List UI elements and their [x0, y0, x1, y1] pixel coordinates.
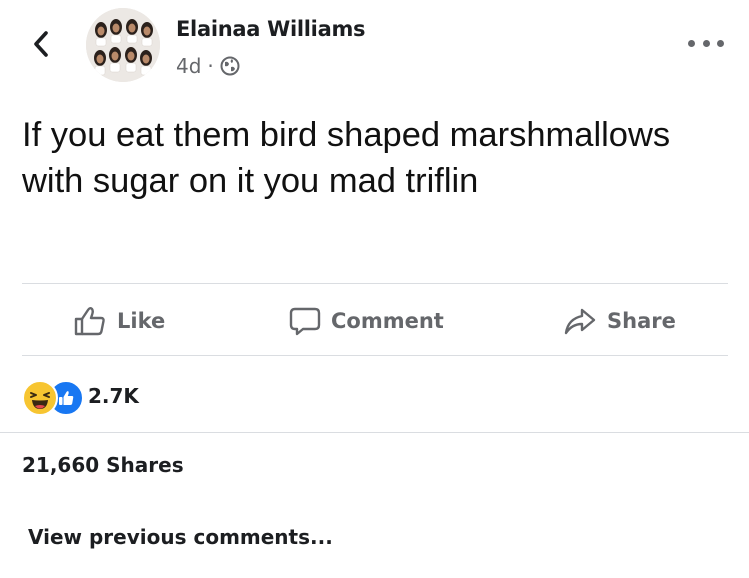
like-button[interactable]: Like: [73, 290, 165, 352]
share-label: Share: [607, 309, 676, 333]
more-options-button[interactable]: [688, 36, 724, 50]
reaction-count: 2.7K: [88, 384, 139, 408]
reaction-icons: [22, 378, 84, 416]
view-previous-comments-link[interactable]: View previous comments...: [28, 525, 333, 549]
avatar[interactable]: [86, 8, 160, 82]
post-text: If you eat them bird shaped marshmallows…: [22, 116, 671, 200]
back-button[interactable]: [26, 27, 56, 61]
divider: [22, 355, 728, 356]
timestamp[interactable]: 4d: [176, 54, 201, 78]
globe-icon: [220, 56, 240, 76]
more-dot: [717, 39, 724, 47]
more-dot: [702, 39, 710, 47]
comment-button[interactable]: Comment: [289, 290, 444, 352]
post-header: Elainaa Williams 4d ·: [0, 0, 749, 100]
post-meta: 4d ·: [176, 54, 240, 78]
comment-label: Comment: [331, 309, 444, 333]
thumbs-up-icon: [74, 307, 105, 336]
reactions-summary[interactable]: 2.7K: [22, 376, 139, 416]
share-button[interactable]: Share: [563, 290, 676, 352]
haha-reaction-icon: [22, 380, 58, 416]
shares-count[interactable]: 21,660 Shares: [22, 453, 184, 477]
chevron-left-icon: [34, 31, 48, 57]
meta-separator: ·: [207, 54, 214, 78]
divider: [0, 432, 749, 433]
more-dots-icon: [688, 39, 695, 47]
avatar-image: [86, 8, 160, 82]
share-arrow-icon: [564, 308, 596, 335]
author-name[interactable]: Elainaa Williams: [176, 17, 366, 41]
divider: [22, 283, 728, 284]
action-bar: Like Comment Share: [0, 290, 749, 352]
speech-bubble-icon: [289, 307, 321, 336]
like-label: Like: [117, 309, 166, 333]
